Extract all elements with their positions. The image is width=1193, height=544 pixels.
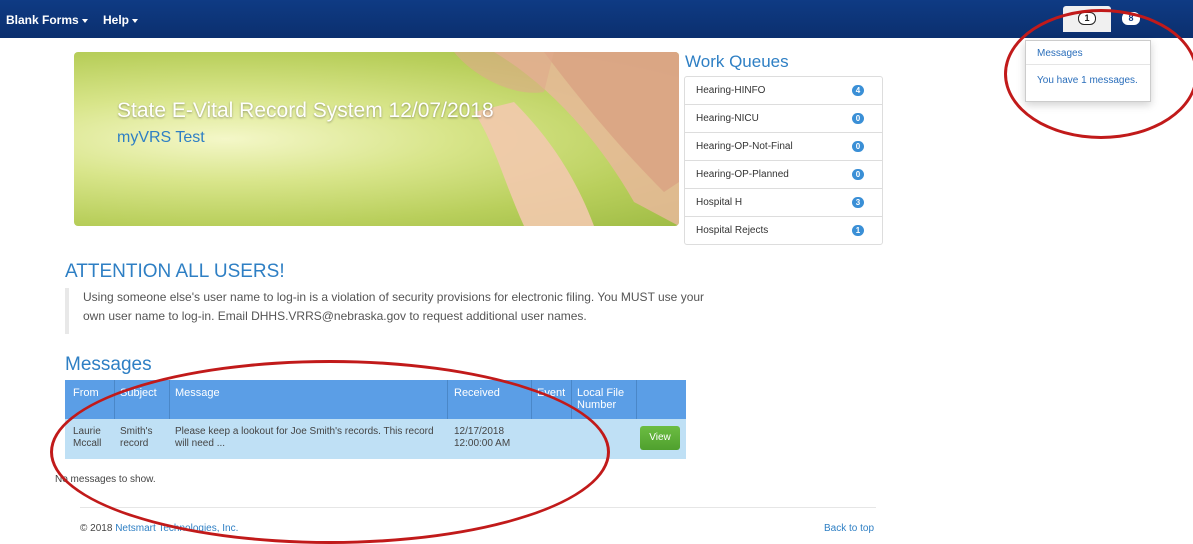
attention-heading: ATTENTION ALL USERS! bbox=[65, 261, 285, 282]
banner-title: State E-Vital Record System 12/07/2018 bbox=[117, 99, 494, 122]
work-queue-label: Hospital Rejects bbox=[696, 225, 769, 236]
messages-count: 1 bbox=[1084, 13, 1090, 23]
table-header: From Subject Message Received Event Loca… bbox=[65, 380, 686, 419]
blank-forms-menu[interactable]: Blank Forms bbox=[6, 13, 88, 27]
work-queue-label: Hearing-HINFO bbox=[696, 85, 766, 96]
work-queue-item[interactable]: Hospital Rejects 1 bbox=[685, 217, 882, 244]
messages-button[interactable]: 1 bbox=[1063, 6, 1111, 32]
column-header-from: From bbox=[73, 387, 99, 399]
attention-notice: Using someone else's user name to log-in… bbox=[65, 288, 723, 334]
speech-bubble-icon: 1 bbox=[1078, 12, 1096, 25]
messages-dropdown: Messages You have 1 messages. bbox=[1025, 40, 1151, 102]
table-row: Laurie Mccall Smith's record Please keep… bbox=[65, 419, 686, 459]
cell-from: Laurie Mccall bbox=[73, 426, 102, 449]
blank-forms-label: Blank Forms bbox=[6, 13, 79, 27]
work-queue-count-badge: 0 bbox=[852, 113, 864, 124]
column-header-received: Received bbox=[454, 387, 500, 399]
work-queue-item[interactable]: Hearing-NICU 0 bbox=[685, 105, 882, 133]
banner-subtitle: myVRS Test bbox=[117, 129, 205, 146]
column-divider bbox=[447, 380, 448, 419]
copyright-text: © 2018 bbox=[80, 523, 113, 534]
work-queue-label: Hospital H bbox=[696, 197, 743, 208]
footer-divider bbox=[80, 507, 876, 508]
column-divider bbox=[169, 380, 170, 419]
column-divider bbox=[636, 380, 637, 419]
work-queue-label: Hearing-OP-Planned bbox=[696, 169, 789, 180]
dropdown-title: Messages bbox=[1037, 48, 1083, 59]
work-queue-label: Hearing-OP-Not-Final bbox=[696, 141, 793, 152]
column-header-subject: Subject bbox=[120, 387, 157, 399]
company-link[interactable]: Netsmart Technologies, Inc. bbox=[115, 523, 238, 534]
work-queue-item[interactable]: Hospital H 3 bbox=[685, 189, 882, 217]
column-header-local-file-number: Local File Number bbox=[577, 387, 625, 411]
messages-heading: Messages bbox=[65, 354, 152, 375]
dropdown-divider bbox=[1026, 64, 1150, 65]
copyright: © 2018 Netsmart Technologies, Inc. bbox=[80, 523, 238, 534]
top-navbar: Blank Forms Help 1 8 bbox=[0, 0, 1193, 38]
work-queue-count-badge: 0 bbox=[852, 141, 864, 152]
speech-bubble-icon: 8 bbox=[1122, 12, 1140, 25]
column-divider bbox=[531, 380, 532, 419]
messages-table: From Subject Message Received Event Loca… bbox=[65, 380, 686, 459]
caret-down-icon bbox=[81, 18, 88, 23]
dropdown-message-link[interactable]: You have 1 messages. bbox=[1037, 75, 1138, 86]
view-button[interactable]: View bbox=[640, 426, 680, 450]
column-divider bbox=[571, 380, 572, 419]
cell-subject: Smith's record bbox=[120, 426, 153, 449]
work-queue-item[interactable]: Hearing-HINFO 4 bbox=[685, 77, 882, 105]
column-header-message: Message bbox=[175, 387, 220, 399]
work-queue-count-badge: 4 bbox=[852, 85, 864, 96]
help-menu[interactable]: Help bbox=[103, 13, 139, 27]
cell-received: 12/17/2018 12:00:00 AM bbox=[454, 426, 511, 449]
work-queue-count-badge: 1 bbox=[852, 225, 864, 236]
work-queue-label: Hearing-NICU bbox=[696, 113, 759, 124]
no-messages-text: No messages to show. bbox=[55, 474, 156, 485]
work-queue-count-badge: 3 bbox=[852, 197, 864, 208]
alerts-count: 8 bbox=[1128, 13, 1134, 23]
work-queues-list: Hearing-HINFO 4 Hearing-NICU 0 Hearing-O… bbox=[684, 76, 883, 245]
work-queues-title: Work Queues bbox=[685, 52, 789, 71]
work-queue-item[interactable]: Hearing-OP-Planned 0 bbox=[685, 161, 882, 189]
column-divider bbox=[114, 380, 115, 419]
column-header-event: Event bbox=[537, 387, 566, 399]
help-label: Help bbox=[103, 13, 130, 27]
hero-banner: State E-Vital Record System 12/07/2018 m… bbox=[74, 52, 679, 226]
cell-message: Please keep a lookout for Joe Smith's re… bbox=[175, 426, 434, 449]
work-queue-item[interactable]: Hearing-OP-Not-Final 0 bbox=[685, 133, 882, 161]
caret-down-icon bbox=[132, 18, 139, 23]
back-to-top-link[interactable]: Back to top bbox=[824, 523, 874, 534]
alerts-button[interactable]: 8 bbox=[1117, 6, 1145, 32]
work-queue-count-badge: 0 bbox=[852, 169, 864, 180]
